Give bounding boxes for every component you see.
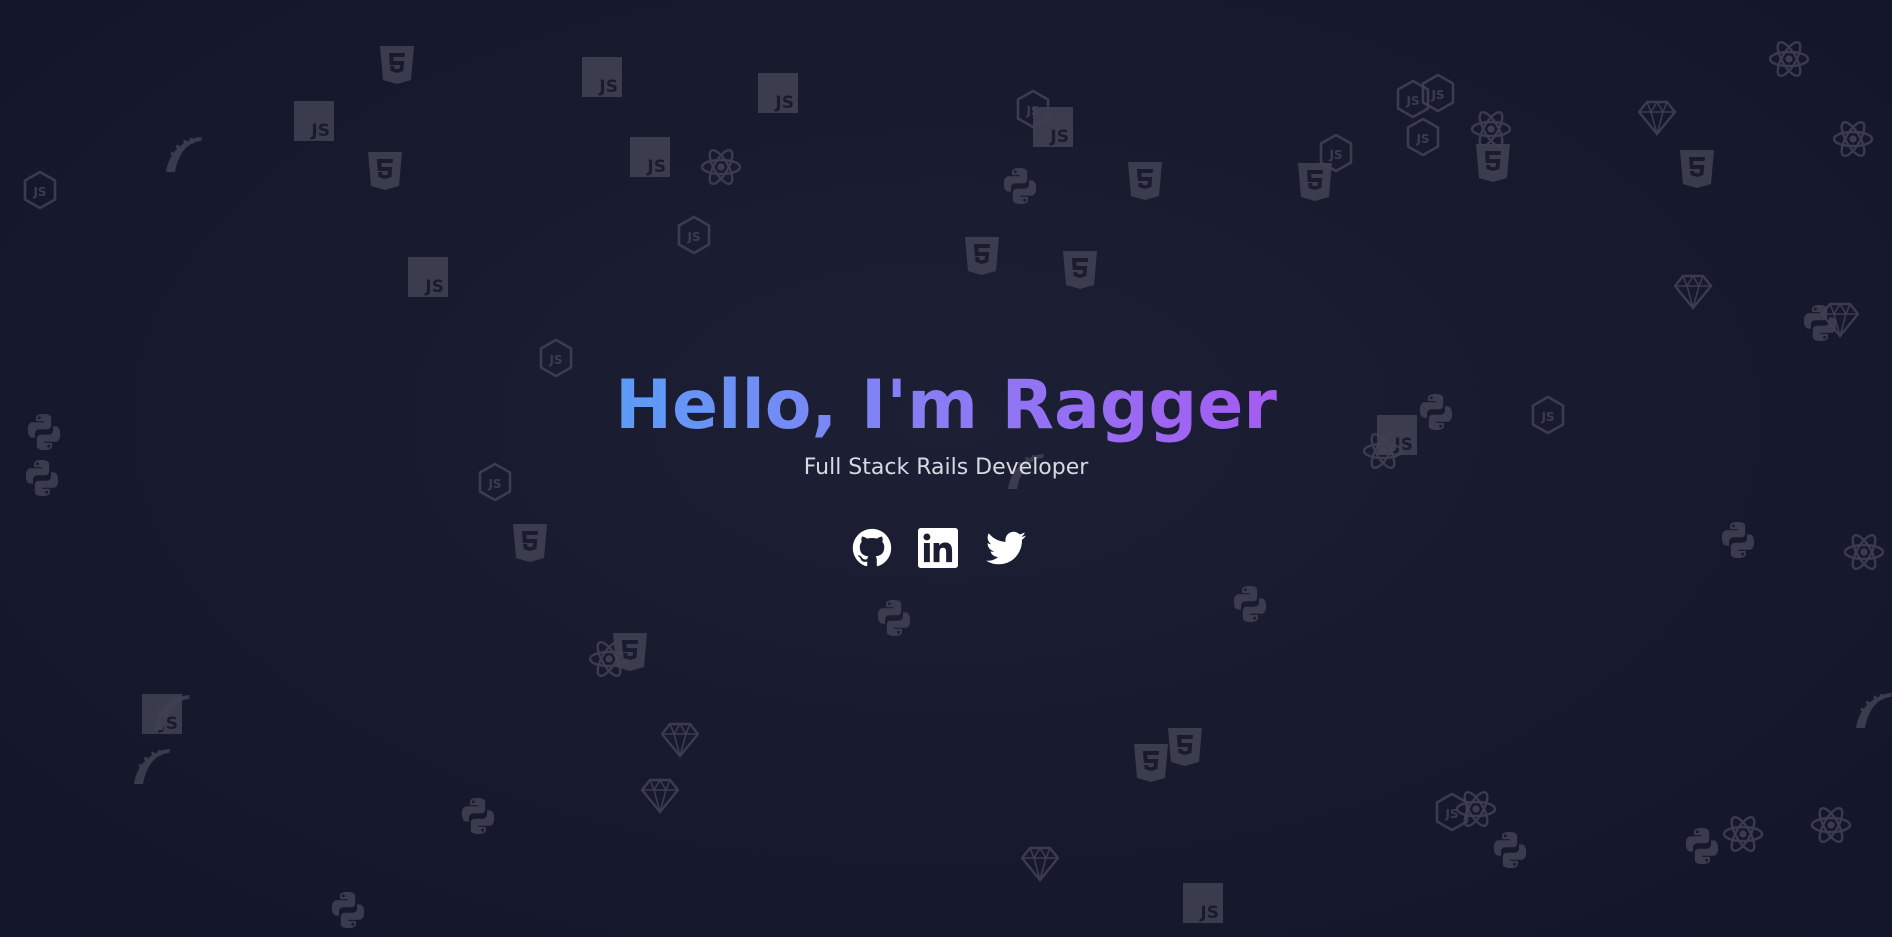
- twitter-link[interactable]: [984, 528, 1028, 572]
- hero-section: Hello, I'm Ragger Full Stack Rails Devel…: [0, 0, 1892, 937]
- hero-subtitle: Full Stack Rails Developer: [803, 455, 1089, 480]
- github-icon: [852, 528, 892, 567]
- hero-title: Hello, I'm Ragger: [615, 366, 1277, 445]
- linkedin-icon: [918, 528, 958, 568]
- social-links: [852, 528, 1028, 572]
- twitter-icon: [986, 531, 1026, 565]
- github-link[interactable]: [852, 528, 892, 572]
- linkedin-link[interactable]: [918, 528, 958, 572]
